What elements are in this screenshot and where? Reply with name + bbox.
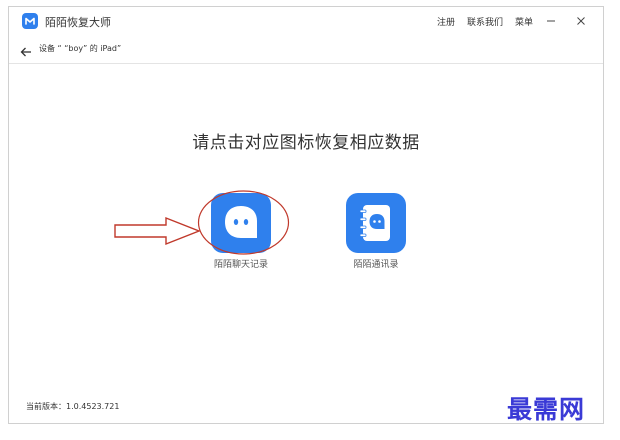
app-window: 陌陌恢复大师 注册 联系我们 菜单 设备 “ “boy” 的 iPad” 请点击… [8, 6, 604, 424]
title-bar: 陌陌恢复大师 注册 联系我们 菜单 [9, 7, 603, 35]
app-logo-icon [22, 13, 38, 29]
contact-us-link[interactable]: 联系我们 [467, 15, 503, 28]
chat-bubble-icon [225, 206, 257, 238]
menu-link[interactable]: 菜单 [515, 15, 533, 28]
page-headline: 请点击对应图标恢复相应数据 [192, 133, 420, 153]
screenshot-canvas: 陌陌恢复大师 注册 联系我们 菜单 设备 “ “boy” 的 iPad” 请点击… [0, 0, 620, 440]
watermark-text: 最需网 [507, 395, 586, 424]
minimize-button[interactable] [539, 13, 563, 29]
contacts-label: 陌陌通讯录 [353, 260, 399, 270]
title-actions: 注册 联系我们 菜单 [425, 13, 593, 29]
version-text: 当前版本：1.0.4523.721 [26, 402, 120, 411]
register-link[interactable]: 注册 [437, 15, 455, 28]
chat-records-label: 陌陌聊天记录 [213, 260, 268, 270]
app-title: 陌陌恢复大师 [45, 16, 111, 29]
chat-records-button[interactable] [211, 193, 271, 253]
contact-book-icon [359, 205, 390, 241]
nav-bar: 设备 “ “boy” 的 iPad” [9, 35, 603, 64]
device-label: 设备 “ “boy” 的 iPad” [39, 44, 122, 53]
back-button[interactable] [20, 43, 32, 57]
arrow-left-icon [20, 47, 31, 57]
close-button[interactable] [569, 13, 593, 29]
minimize-icon [547, 20, 555, 22]
contacts-button[interactable] [346, 193, 406, 253]
annotation-arrow-icon [114, 216, 201, 246]
close-icon [577, 17, 585, 25]
